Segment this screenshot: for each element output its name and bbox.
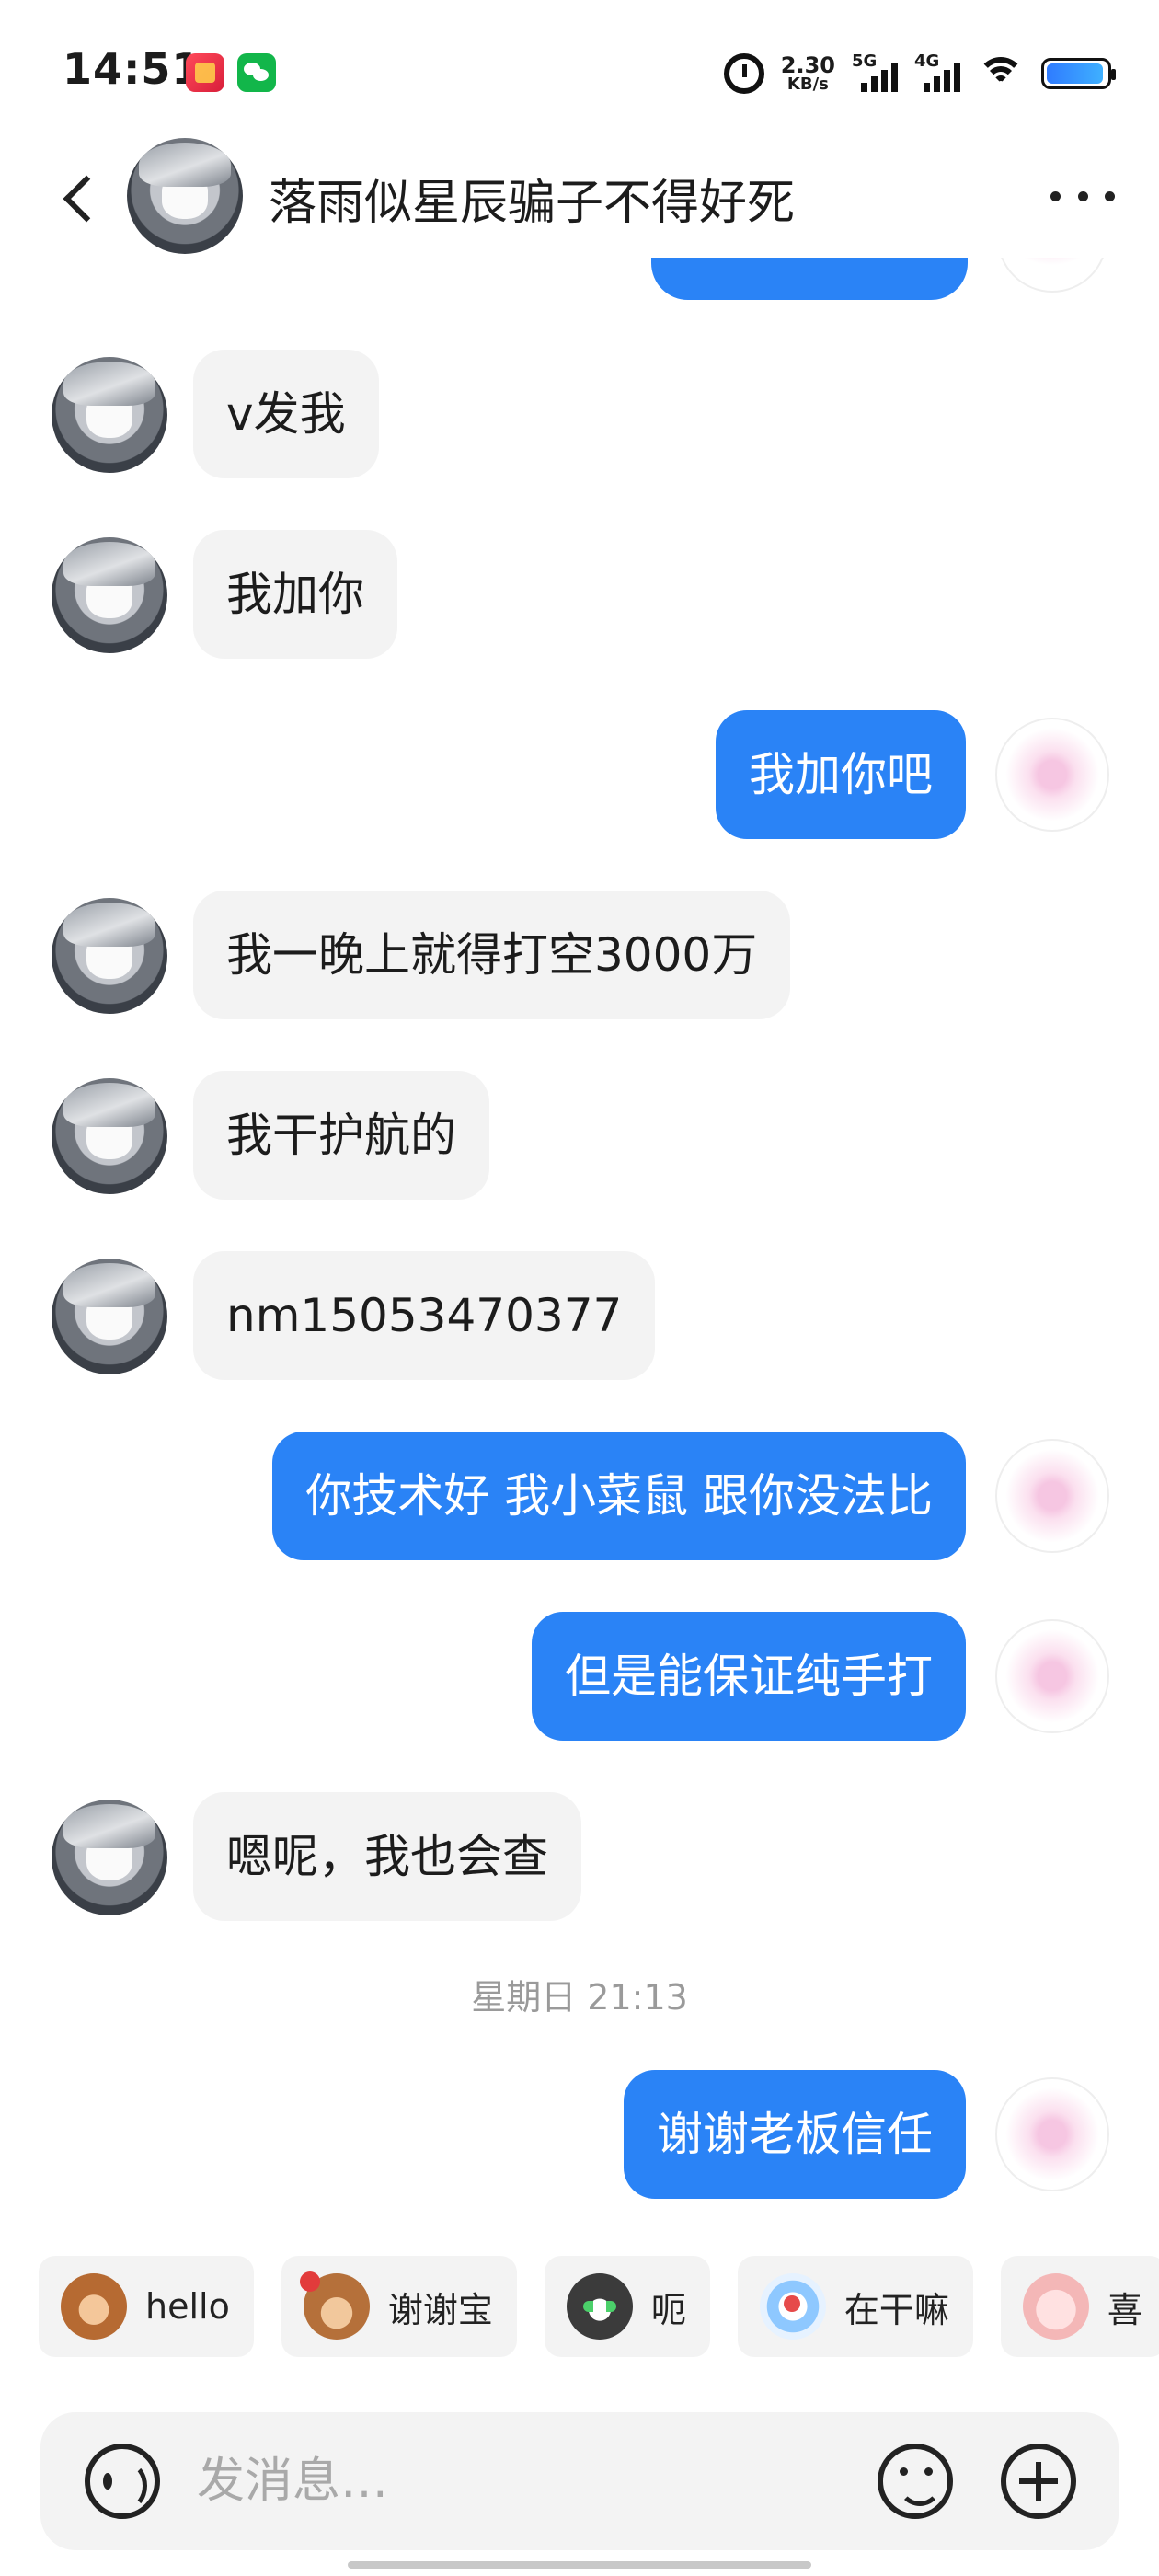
signal-5g-icon: 5G [852, 52, 898, 96]
voice-icon[interactable] [85, 2444, 160, 2519]
ghost-sticker-icon [759, 2273, 826, 2340]
quick-reply-label: 呃 [650, 2289, 686, 2330]
contact-avatar[interactable] [52, 537, 167, 653]
message-bubble-incoming[interactable]: 我干护航的 [193, 1071, 489, 1200]
battery-level-fill [1047, 63, 1103, 84]
emoji-icon[interactable] [878, 2444, 953, 2519]
self-avatar[interactable] [995, 718, 1109, 832]
home-indicator[interactable] [348, 2561, 811, 2569]
quick-reply-uh[interactable]: 呃 [544, 2256, 710, 2357]
chevron-left-icon[interactable] [53, 166, 109, 230]
chat-header: 落雨似星辰骗子不得好死 [0, 138, 1159, 258]
more-horizontal-icon[interactable] [1050, 173, 1115, 219]
quick-reply-hello[interactable]: hello [39, 2256, 254, 2357]
contact-avatar[interactable] [52, 1800, 167, 1915]
network-speed-unit: KB/s [786, 75, 829, 94]
quick-reply-label: 谢谢宝 [387, 2289, 493, 2330]
battery-icon [1041, 58, 1116, 89]
contact-avatar[interactable] [52, 898, 167, 1014]
plus-icon[interactable] [1001, 2444, 1076, 2519]
calendar-app-icon [186, 53, 224, 92]
contact-avatar[interactable] [52, 357, 167, 473]
monkey-sticker-icon [61, 2273, 127, 2340]
message-input-bar [40, 2412, 1119, 2550]
quick-reply-thanks[interactable]: 谢谢宝 [281, 2256, 517, 2357]
quick-reply-label: 在干嘛 [843, 2289, 949, 2330]
quick-reply-row: hello 谢谢宝 呃 在干嘛 喜 [39, 2256, 1159, 2357]
self-avatar[interactable] [995, 1439, 1109, 1553]
status-bar: 14:51 2.30 KB/s 5G 4G [0, 0, 1159, 138]
message-bubble-outgoing[interactable]: 你技术好 我小菜鼠 跟你没法比 [272, 1432, 966, 1560]
status-time: 14:51 [63, 44, 202, 94]
quick-reply-label: 喜 [1107, 2289, 1142, 2330]
message-bubble-outgoing[interactable]: 但是能保证纯手打 [532, 1612, 966, 1741]
network-speed-value: 2.30 [780, 52, 835, 78]
signal-4g-icon: 4G [914, 52, 960, 96]
message-bubble-outgoing[interactable]: 谢谢老板信任 [624, 2070, 966, 2199]
monkey-rose-sticker-icon [299, 2271, 370, 2340]
wechat-icon [237, 53, 276, 92]
wifi-icon [977, 53, 1025, 94]
quick-reply-happy[interactable]: 喜 [1000, 2256, 1159, 2357]
contact-avatar[interactable] [52, 1078, 167, 1194]
pig-sticker-icon [1022, 2273, 1089, 2340]
alarm-icon [723, 53, 764, 94]
message-bubble-incoming[interactable]: 嗯呢，我也会查 [193, 1792, 581, 1921]
message-timestamp: 星期日 21:13 [471, 1977, 688, 2018]
message-bubble-incoming[interactable]: nm15053470377 [193, 1251, 656, 1380]
message-input[interactable] [197, 2440, 841, 2523]
network-speed: 2.30 KB/s [781, 54, 835, 93]
message-bubble-incoming[interactable]: v发我 [193, 350, 379, 478]
message-bubble-incoming[interactable]: 我一晚上就得打空3000万 [193, 891, 791, 1019]
quick-reply-label: hello [145, 2286, 230, 2327]
contact-avatar[interactable] [52, 1259, 167, 1374]
cat-sticker-icon [566, 2273, 633, 2340]
contact-name[interactable]: 落雨似星辰骗子不得好死 [269, 164, 795, 233]
self-avatar[interactable] [995, 2077, 1109, 2191]
status-indicators: 2.30 KB/s 5G 4G [723, 48, 1116, 99]
message-bubble-incoming[interactable]: 我加你 [193, 530, 397, 659]
self-avatar[interactable] [995, 1619, 1109, 1733]
contact-avatar[interactable] [127, 138, 243, 254]
message-bubble-outgoing[interactable]: 我加你吧 [716, 710, 966, 839]
quick-reply-what-doing[interactable]: 在干嘛 [737, 2256, 973, 2357]
